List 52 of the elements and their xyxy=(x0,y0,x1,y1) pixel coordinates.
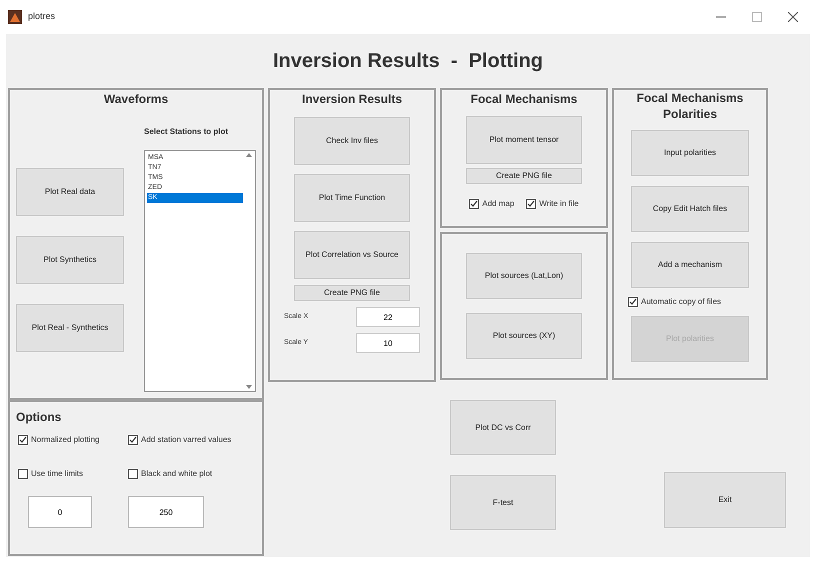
plot-sources-button[interactable]: Plot sources (XY) xyxy=(466,313,582,359)
checkbox[interactable] xyxy=(128,435,138,445)
checkbox-label: Black and white plot xyxy=(141,468,212,480)
action-button[interactable]: F-test xyxy=(450,475,556,530)
polarity-button[interactable]: Input polarities xyxy=(631,130,749,176)
checkbox[interactable] xyxy=(18,435,28,445)
stations-label: Select Stations to plot xyxy=(144,126,230,138)
check-icon xyxy=(629,298,637,306)
plot-sources-button[interactable]: Plot sources (Lat,Lon) xyxy=(466,253,582,299)
checkbox-label: Add station varred values xyxy=(141,434,232,446)
checkbox-label: Automatic copy of files xyxy=(641,296,722,308)
moment-tensor-button[interactable]: Plot moment tensor xyxy=(466,116,582,164)
window-title: plotres xyxy=(28,10,56,24)
create-png-button[interactable]: Create PNG file xyxy=(294,285,410,301)
checkbox[interactable] xyxy=(128,469,138,479)
polarity-button[interactable]: Add a mechanism xyxy=(631,242,749,288)
panel-title: Focal Mechanisms Polarities xyxy=(636,90,744,122)
checkbox[interactable] xyxy=(526,199,536,209)
plot-button[interactable]: Plot Synthetics xyxy=(16,236,124,284)
checkbox-label: Write in file xyxy=(539,198,579,210)
check-icon xyxy=(19,436,27,444)
plot-button[interactable]: Plot Real data xyxy=(16,168,124,216)
scroll-up-icon[interactable] xyxy=(246,153,252,157)
check-icon xyxy=(527,200,536,208)
exit-button[interactable]: Exit xyxy=(664,472,786,528)
panel-title: Waveforms xyxy=(104,91,168,108)
create-png-button[interactable]: Create PNG file xyxy=(466,168,582,184)
check-icon xyxy=(129,436,137,444)
polarity-button[interactable]: Copy Edit Hatch files xyxy=(631,186,749,232)
input-field[interactable]: 250 xyxy=(128,496,204,528)
scale-field[interactable]: 10 xyxy=(356,333,420,353)
plot-button[interactable]: Plot Real - Synthetics xyxy=(16,304,124,352)
panel-title: Inversion Results xyxy=(302,91,402,108)
checkbox[interactable] xyxy=(18,469,28,479)
action-button[interactable]: Check Inv files xyxy=(294,117,410,165)
input-field[interactable]: 0 xyxy=(28,496,92,528)
app-icon xyxy=(8,10,22,24)
scrollbar[interactable] xyxy=(243,151,255,391)
panel-title: Focal Mechanisms xyxy=(470,91,578,108)
checkbox[interactable] xyxy=(628,297,638,307)
action-button[interactable]: Plot Correlation vs Source xyxy=(294,231,410,279)
action-button[interactable]: Plot DC vs Corr xyxy=(450,400,556,455)
action-button[interactable]: Plot Time Function xyxy=(294,174,410,222)
checkbox-label: Normalized plotting xyxy=(31,434,100,446)
checkbox-label: Add map xyxy=(482,198,514,210)
checkbox-label: Use time limits xyxy=(31,468,84,480)
checkbox[interactable] xyxy=(469,199,480,209)
scroll-down-icon[interactable] xyxy=(246,385,252,389)
scale-field[interactable]: 22 xyxy=(356,307,420,327)
check-icon xyxy=(470,200,478,208)
page-heading: Inversion Results - Plotting xyxy=(272,49,544,74)
panel-title: Options xyxy=(16,409,62,426)
